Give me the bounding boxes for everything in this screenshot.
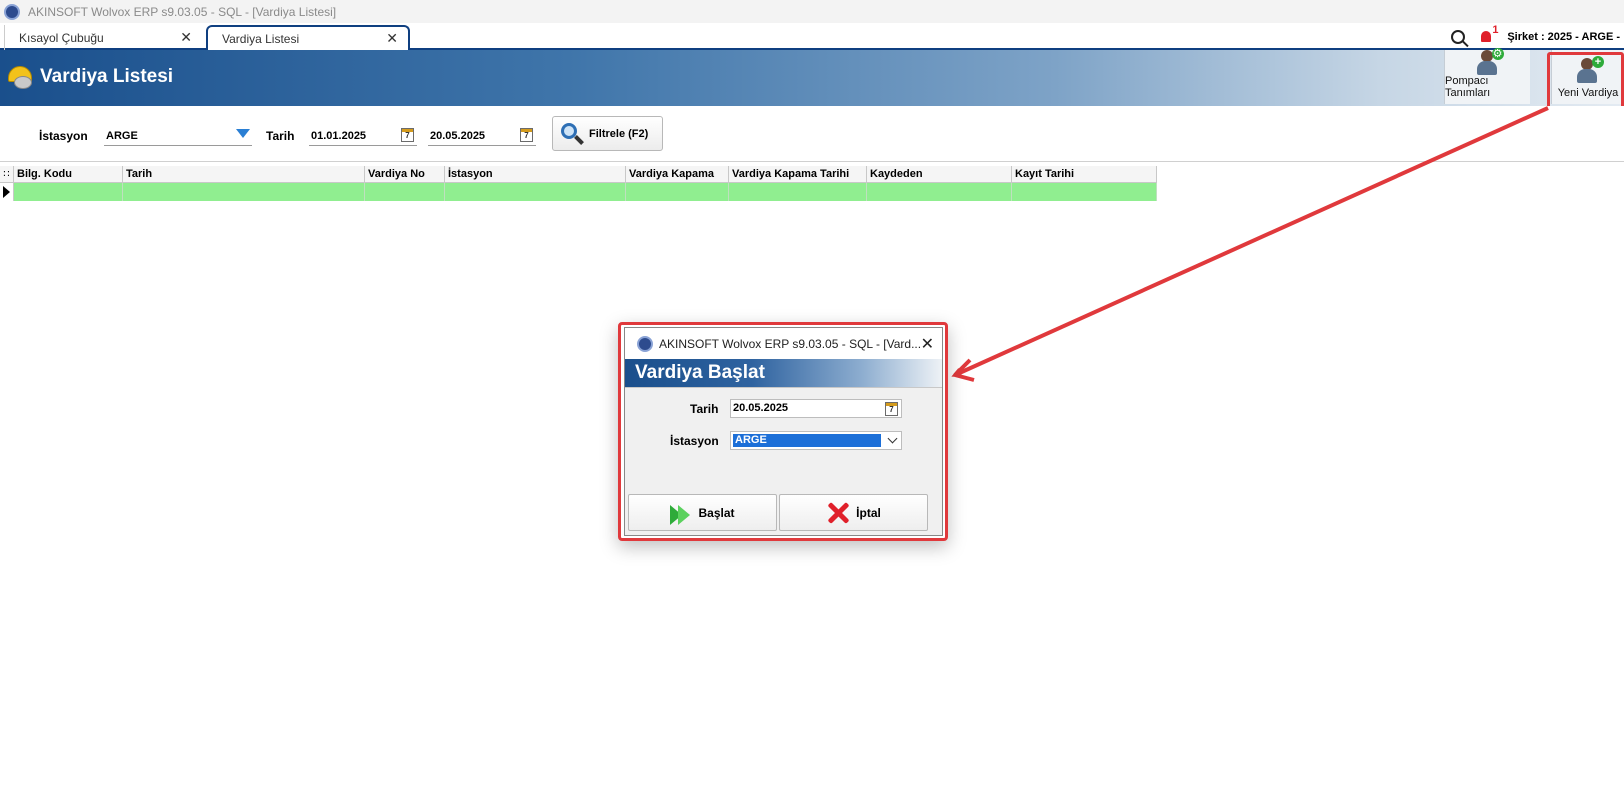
istasyon-value: ARGE [106, 129, 138, 142]
dialog-title: AKINSOFT Wolvox ERP s9.03.05 - SQL - [Va… [659, 336, 922, 351]
istasyon-label: İstasyon [670, 434, 719, 448]
dialog-body: Tarih 20.05.2025 7 İstasyon ARGE Başlat … [625, 387, 942, 535]
company-label: Şirket : 2025 - ARGE - [1507, 31, 1620, 43]
worker-helmet-icon [8, 64, 36, 90]
page-title: Vardiya Listesi [40, 66, 174, 87]
table-cell[interactable] [626, 183, 729, 201]
dialog-title-bar[interactable]: AKINSOFT Wolvox ERP s9.03.05 - SQL - [Va… [625, 328, 942, 359]
pump-attendant-icon: ⚙ [1476, 48, 1504, 75]
calendar-icon[interactable]: 7 [885, 402, 898, 416]
tarih-label: Tarih [266, 129, 295, 143]
app-logo-icon [4, 3, 20, 20]
button-label: Filtrele (F2) [589, 127, 649, 140]
grid-indicator-header: ∷ [0, 166, 14, 182]
filter-funnel-icon[interactable] [236, 129, 250, 138]
notification-bell-icon[interactable]: 1 [1479, 24, 1498, 44]
baslat-button[interactable]: Başlat [628, 494, 777, 531]
tab-close-icon[interactable]: ✕ [180, 29, 192, 46]
table-cell[interactable] [867, 183, 1012, 201]
tab-close-icon[interactable]: ✕ [386, 30, 398, 47]
table-cell[interactable] [365, 183, 445, 201]
table-cell[interactable] [123, 183, 365, 201]
column-header[interactable]: Bilg. Kodu [14, 166, 123, 182]
button-label: İptal [856, 505, 881, 520]
pompaci-tanimlari-button[interactable]: ⚙ Pompacı Tanımları [1444, 48, 1530, 104]
notification-badge: 1 [1492, 24, 1499, 36]
table-cell[interactable] [445, 183, 626, 201]
close-icon[interactable]: ✕ [921, 334, 934, 354]
start-arrow-icon [670, 502, 692, 525]
iptal-button[interactable]: İptal [779, 494, 928, 531]
window-title-bar: AKINSOFT Wolvox ERP s9.03.05 - SQL - [Va… [0, 0, 1624, 23]
istasyon-input[interactable]: ARGE [104, 126, 252, 146]
date-from-value: 01.01.2025 [311, 129, 367, 142]
vardiya-grid[interactable]: ∷ Bilg. Kodu Tarih Vardiya No İstasyon V… [0, 166, 1157, 201]
vardiya-baslat-dialog: AKINSOFT Wolvox ERP s9.03.05 - SQL - [Va… [624, 327, 943, 536]
column-header[interactable]: Tarih [123, 166, 365, 182]
column-header[interactable]: Kayıt Tarihi [1012, 166, 1157, 182]
table-cell[interactable] [729, 183, 867, 201]
column-header[interactable]: Vardiya Kapama Tarihi [729, 166, 867, 182]
filtrele-button[interactable]: Filtrele (F2) [552, 116, 663, 151]
filter-bar: İstasyon ARGE Tarih 01.01.2025 7 20.05.2… [0, 106, 1624, 162]
date-to-value: 20.05.2025 [430, 129, 486, 142]
app-logo-icon [637, 335, 653, 352]
tab-vardiya-listesi[interactable]: Vardiya Listesi ✕ [206, 25, 410, 50]
istasyon-label: İstasyon [39, 129, 88, 143]
table-row[interactable] [0, 183, 1157, 201]
tarih-label: Tarih [690, 402, 719, 416]
tarih-value: 20.05.2025 [733, 402, 789, 414]
tab-kisayol-cubugu[interactable]: Kısayol Çubuğu ✕ [4, 25, 202, 50]
tab-label: Kısayol Çubuğu [19, 30, 104, 45]
tab-label: Vardiya Listesi [222, 31, 300, 46]
date-to-input[interactable]: 20.05.2025 7 [428, 126, 536, 146]
dialog-istasyon-select[interactable]: ARGE [730, 431, 902, 450]
table-cell[interactable] [1012, 183, 1157, 201]
dialog-tarih-input[interactable]: 20.05.2025 7 [730, 399, 902, 418]
chevron-down-icon[interactable] [887, 433, 898, 444]
calendar-icon[interactable]: 7 [401, 128, 414, 142]
column-header[interactable]: Vardiya No [365, 166, 445, 182]
calendar-icon[interactable]: 7 [520, 128, 533, 142]
column-header[interactable]: Vardiya Kapama [626, 166, 729, 182]
button-label: Pompacı Tanımları [1445, 75, 1491, 99]
tab-strip: Kısayol Çubuğu ✕ Vardiya Listesi ✕ 1 Şir… [0, 23, 1624, 50]
istasyon-selected-value: ARGE [733, 434, 881, 447]
grid-header: ∷ Bilg. Kodu Tarih Vardiya No İstasyon V… [0, 166, 1157, 183]
window-title: AKINSOFT Wolvox ERP s9.03.05 - SQL - [Va… [28, 4, 337, 19]
button-label: Başlat [698, 505, 735, 520]
row-pointer-icon [3, 186, 10, 198]
column-header[interactable]: İstasyon [445, 166, 626, 182]
top-right-tools: 1 Şirket : 2025 - ARGE - [1451, 24, 1620, 48]
column-header[interactable]: Kaydeden [867, 166, 1012, 182]
dialog-heading: Vardiya Başlat [625, 359, 942, 387]
page-header: Vardiya Listesi ⚙ Pompacı Tanımları + Ye… [0, 48, 1624, 106]
row-indicator [0, 183, 14, 201]
cancel-x-icon [826, 501, 850, 525]
date-from-input[interactable]: 01.01.2025 7 [309, 126, 417, 146]
search-icon[interactable] [1451, 30, 1466, 44]
table-cell[interactable] [14, 183, 123, 201]
magnifier-icon [561, 122, 584, 145]
